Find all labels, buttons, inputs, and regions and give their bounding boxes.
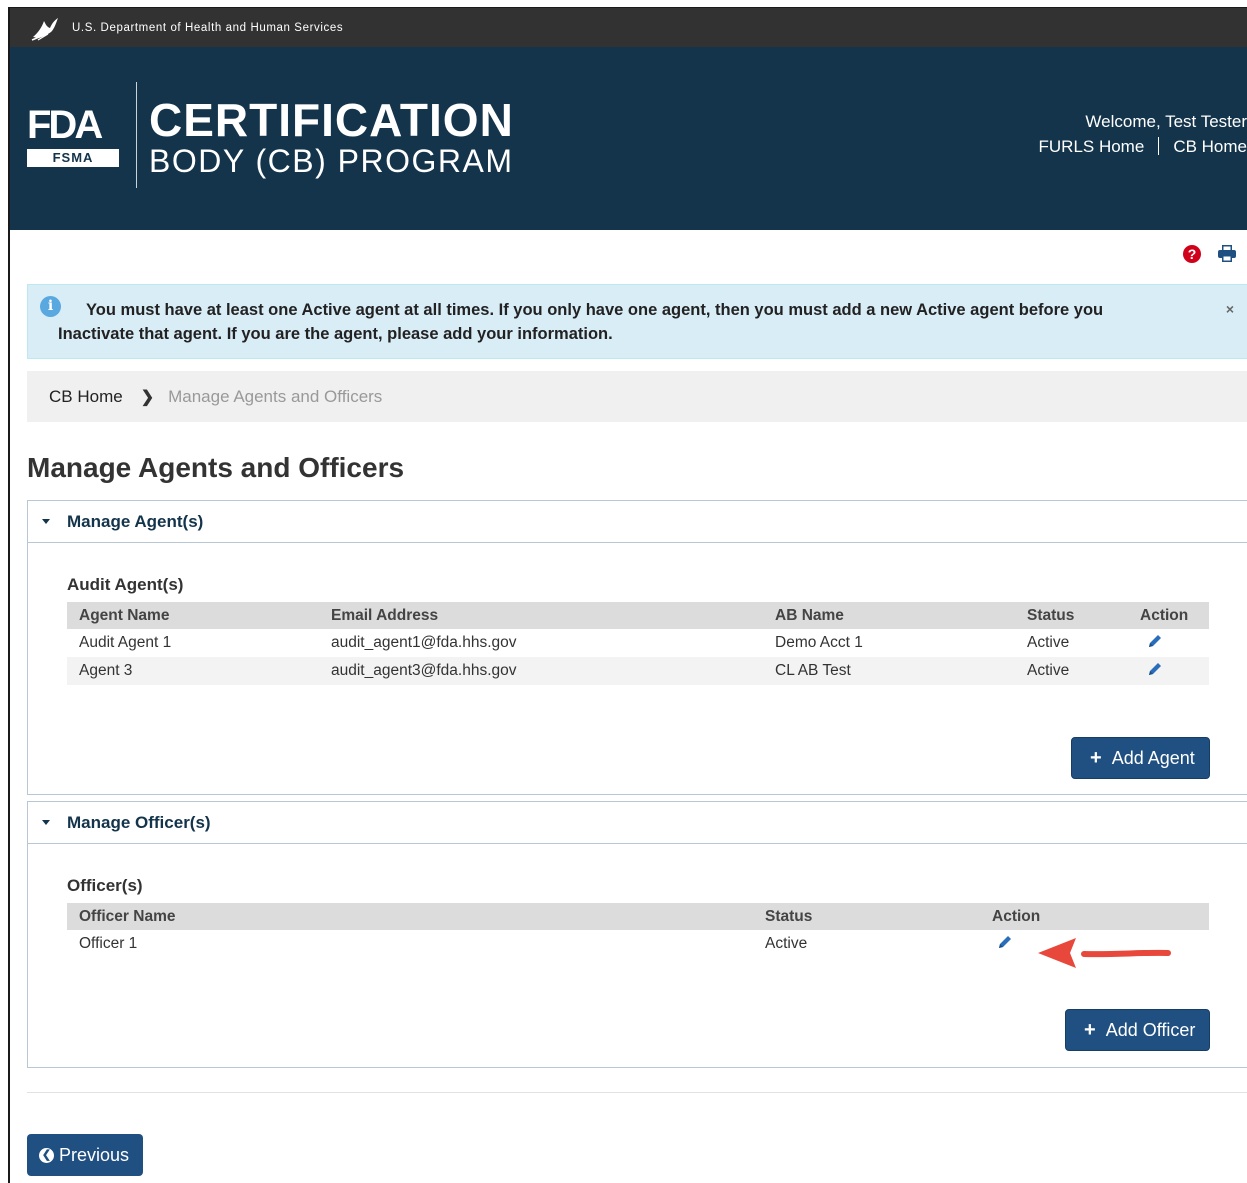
- agent-status: Active: [1027, 634, 1070, 651]
- breadcrumb: CB Home ❯ Manage Agents and Officers: [27, 371, 1247, 422]
- info-icon: i: [40, 296, 61, 317]
- alert-line-1: You must have at least one Active agent …: [86, 301, 1104, 319]
- fda-logo-mark: FDA: [27, 103, 103, 147]
- alert-message: You must have at least one Active agent …: [58, 298, 1172, 346]
- furls-home-link[interactable]: FURLS Home: [1039, 137, 1145, 156]
- manage-officers-panel: Manage Officer(s) Officer(s) Officer Nam…: [27, 801, 1247, 1068]
- caret-down-icon: [42, 519, 50, 524]
- breadcrumb-cb-home[interactable]: CB Home: [49, 387, 123, 407]
- nav-separator: [1158, 137, 1160, 155]
- agent-email: audit_agent3@fda.hhs.gov: [319, 657, 763, 685]
- footer-divider: [27, 1092, 1247, 1093]
- page-title: Manage Agents and Officers: [27, 452, 405, 483]
- chevron-left-circle-icon: ❮: [39, 1147, 54, 1163]
- agents-table-header: Agent Name Email Address AB Name Status …: [67, 602, 1209, 629]
- page-frame: U.S. Department of Health and Human Serv…: [8, 7, 1247, 1183]
- add-officer-button[interactable]: + Add Officer: [1065, 1009, 1211, 1051]
- manage-officers-panel-header[interactable]: Manage Officer(s): [28, 802, 1247, 844]
- logo-divider: [136, 82, 137, 188]
- audit-agents-title: Audit Agent(s): [67, 575, 184, 594]
- hhs-bar-text: U.S. Department of Health and Human Serv…: [72, 21, 344, 34]
- agents-table: Agent Name Email Address AB Name Status …: [67, 602, 1209, 685]
- help-icon[interactable]: ?: [1183, 245, 1201, 263]
- agent-action: [1128, 657, 1209, 685]
- col-action: Action: [980, 903, 1209, 930]
- agent-status: Active: [1015, 657, 1128, 685]
- program-title: CERTIFICATION BODY (CB) PROGRAM: [149, 97, 514, 179]
- welcome-text: Welcome, Test Tester: [1085, 112, 1247, 131]
- plus-icon: +: [1084, 1019, 1096, 1041]
- col-officer-name: Officer Name: [67, 903, 753, 930]
- print-icon[interactable]: [1217, 245, 1237, 263]
- agent-ab-name: CL AB Test: [763, 657, 1015, 685]
- hhs-eagle-icon: [31, 17, 58, 41]
- add-agent-button[interactable]: + Add Agent: [1071, 737, 1210, 779]
- program-title-line2: BODY (CB) PROGRAM: [149, 143, 514, 179]
- caret-down-icon: [42, 820, 50, 825]
- table-row: Agent 3 audit_agent3@fda.hhs.gov CL AB T…: [67, 657, 1209, 685]
- info-alert: i You must have at least one Active agen…: [27, 284, 1247, 359]
- chevron-right-icon: ❯: [140, 388, 155, 406]
- alert-line-2: Inactivate that agent. If you are the ag…: [58, 325, 613, 343]
- col-status: Status: [753, 903, 980, 930]
- manage-agents-panel-header[interactable]: Manage Agent(s): [28, 501, 1247, 543]
- agent-name: Audit Agent 1: [79, 634, 172, 651]
- officer-name: Officer 1: [79, 935, 138, 952]
- agent-email: audit_agent1@fda.hhs.gov: [331, 634, 517, 651]
- pencil-edit-icon[interactable]: [996, 933, 1014, 951]
- pencil-edit-icon[interactable]: [1146, 660, 1164, 678]
- manage-agents-heading: Manage Agent(s): [67, 511, 204, 531]
- utility-icons: ?: [1183, 245, 1237, 263]
- hhs-bar: U.S. Department of Health and Human Serv…: [10, 8, 1247, 47]
- col-status: Status: [1015, 602, 1128, 629]
- officers-title: Officer(s): [67, 876, 143, 895]
- col-agent-name: Agent Name: [67, 602, 319, 629]
- agent-name: Agent 3: [67, 657, 319, 685]
- user-nav: Welcome, Test Tester FURLS Home CB Home: [1039, 109, 1247, 159]
- col-ab-name: AB Name: [763, 602, 1015, 629]
- manage-officers-heading: Manage Officer(s): [67, 812, 211, 832]
- masthead: FDA FSMA CERTIFICATION BODY (CB) PROGRAM…: [10, 47, 1247, 230]
- officer-status: Active: [765, 935, 808, 952]
- col-action: Action: [1128, 602, 1209, 629]
- annotation-arrow-icon: [1038, 938, 1171, 968]
- fda-fsma-logo[interactable]: FDA FSMA: [27, 105, 123, 167]
- previous-button[interactable]: ❮ Previous: [27, 1134, 144, 1176]
- agent-ab-name: Demo Acct 1: [775, 634, 863, 651]
- agent-action: [1128, 629, 1209, 657]
- fsma-logo-badge: FSMA: [27, 149, 119, 167]
- add-agent-label: Add Agent: [1111, 747, 1195, 768]
- manage-agents-panel: Manage Agent(s) Audit Agent(s) Agent Nam…: [27, 500, 1247, 795]
- program-title-line1: CERTIFICATION: [149, 94, 514, 146]
- officers-table-header: Officer Name Status Action: [67, 903, 1209, 930]
- close-icon[interactable]: ×: [1226, 301, 1234, 317]
- add-officer-label: Add Officer: [1105, 1019, 1196, 1040]
- previous-label: Previous: [59, 1144, 130, 1165]
- col-email-address: Email Address: [319, 602, 763, 629]
- pencil-edit-icon[interactable]: [1146, 632, 1164, 650]
- table-row: Audit Agent 1 audit_agent1@fda.hhs.gov D…: [67, 629, 1209, 657]
- plus-icon: +: [1090, 747, 1102, 769]
- cb-home-link[interactable]: CB Home: [1173, 137, 1247, 156]
- breadcrumb-current: Manage Agents and Officers: [168, 386, 383, 406]
